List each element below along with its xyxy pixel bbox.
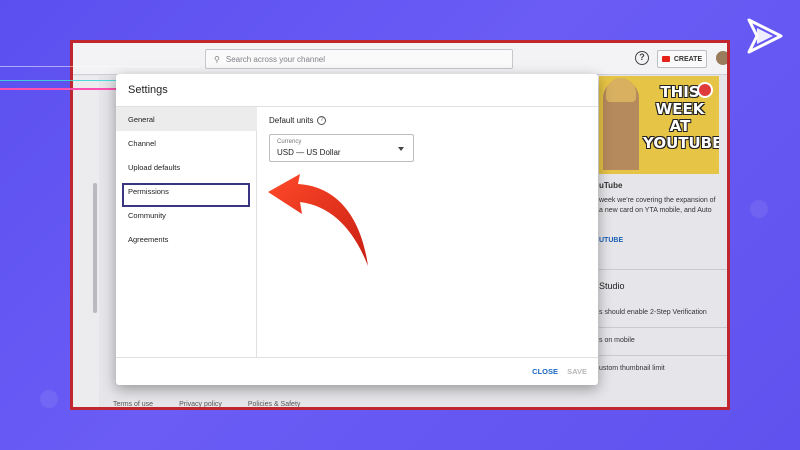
news-line: a new card on YTA mobile, and Auto: [599, 207, 712, 214]
footer-link[interactable]: Policies & Safety: [248, 401, 301, 407]
brand-logo-icon: [747, 18, 783, 54]
close-button[interactable]: CLOSE: [532, 367, 558, 376]
divider: [599, 327, 727, 328]
avatar[interactable]: [716, 51, 727, 65]
search-icon: ⚲: [214, 54, 220, 64]
camera-icon: [661, 56, 670, 62]
save-button[interactable]: SAVE: [567, 367, 587, 376]
nav-item-agreements[interactable]: Agreements: [116, 227, 257, 251]
background-dot: [750, 200, 768, 218]
currency-caption: Currency: [277, 139, 302, 145]
dialog-header: Settings: [116, 74, 598, 107]
nav-item-channel[interactable]: Channel: [116, 131, 257, 155]
red-arrow-icon: [268, 174, 368, 266]
help-icon[interactable]: ?: [317, 116, 327, 125]
dialog-footer: CLOSE SAVE: [116, 357, 598, 385]
divider: [599, 269, 727, 270]
dialog-title: Settings: [128, 84, 168, 96]
default-units-heading: Default units ?: [269, 116, 327, 125]
background-dot: [40, 390, 58, 408]
scrollbar[interactable]: [93, 183, 97, 313]
studio-header: ⚲ Search across your channel ? CREATE: [73, 43, 727, 75]
nav-item-upload-defaults[interactable]: Upload defaults: [116, 155, 257, 179]
news-link[interactable]: UTUBE: [599, 237, 623, 244]
news-title: uTube: [599, 181, 623, 190]
help-icon[interactable]: ?: [635, 51, 649, 65]
search-placeholder: Search across your channel: [225, 54, 326, 64]
permissions-highlight-box: [122, 183, 250, 207]
news-line: week we're covering the expansion of: [599, 197, 716, 204]
news-thumbnail[interactable]: THIS WEEK AT YOUTUBE: [599, 76, 719, 174]
glitch-line: [0, 66, 200, 67]
section-title: Studio: [599, 281, 625, 291]
list-item[interactable]: s on mobile: [599, 337, 635, 344]
footer-link[interactable]: Terms of use: [113, 401, 153, 407]
create-label: CREATE: [673, 55, 703, 63]
create-button[interactable]: CREATE: [657, 50, 707, 68]
search-bar[interactable]: ⚲ Search across your channel: [205, 49, 513, 69]
default-units-label: Default units: [269, 116, 314, 125]
thumbnail-person: [603, 78, 639, 170]
nav-item-general[interactable]: General: [116, 107, 257, 131]
divider: [599, 355, 727, 356]
thumbnail-badge: [697, 82, 713, 98]
chevron-down-icon: [398, 147, 404, 151]
currency-select[interactable]: Currency USD — US Dollar: [269, 134, 414, 162]
footer-link[interactable]: Privacy policy: [179, 401, 222, 407]
currency-value: USD — US Dollar: [277, 148, 341, 157]
list-item[interactable]: s should enable 2-Step Verification: [599, 309, 707, 316]
settings-nav: General Channel Upload defaults Permissi…: [116, 107, 257, 357]
list-item[interactable]: ustom thumbnail limit: [599, 365, 665, 372]
footer-links: Terms of use Privacy policy Policies & S…: [113, 401, 301, 407]
